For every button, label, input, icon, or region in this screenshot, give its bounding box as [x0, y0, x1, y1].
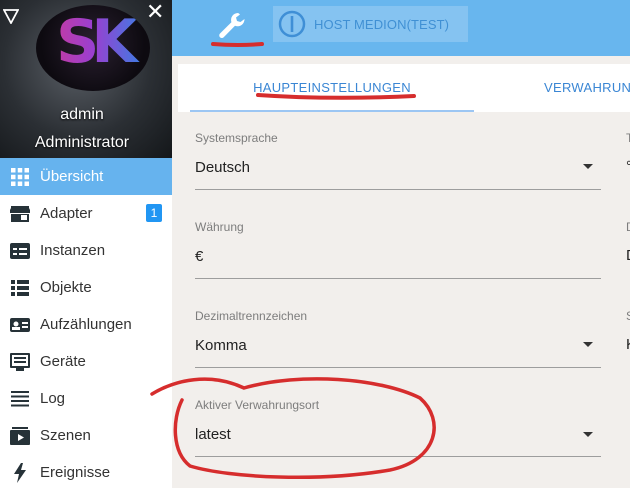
host-label: HOST MEDION(TEST) [314, 16, 450, 32]
tab-verwahrungsorte[interactable]: VERWAHRUN [544, 64, 630, 110]
side-column-label: T [626, 131, 630, 145]
sidebar-item-adapter[interactable]: Adapter 1 [0, 195, 172, 232]
host-selector-button[interactable]: HOST MEDION(TEST) [273, 6, 468, 42]
sidebar-item-label: Szenen [40, 427, 91, 444]
top-toolbar: HOST MEDION(TEST) [172, 0, 630, 56]
field-underline [195, 456, 601, 457]
sidebar-item-label: Ereignisse [40, 464, 111, 481]
power-icon [278, 10, 306, 38]
instances-icon [10, 241, 30, 261]
log-icon [10, 389, 30, 409]
update-count-badge: 1 [146, 204, 162, 222]
sidebar-item-szenen[interactable]: Szenen [0, 417, 172, 454]
dezimaltrennzeichen-select[interactable]: Dezimaltrennzeichen Komma [195, 309, 601, 369]
user-name: admin [60, 106, 104, 123]
sidebar-item-label: Instanzen [40, 242, 106, 259]
field-underline [195, 278, 601, 279]
verwahrungsort-label: Aktiver Verwahrungsort [195, 398, 320, 412]
active-tab-indicator [190, 110, 474, 112]
systemsprache-value: Deutsch [195, 159, 251, 176]
sidebar-item-geraete[interactable]: Geräte [0, 343, 172, 380]
systemsprache-label: Systemsprache [195, 131, 278, 145]
systemsprache-select[interactable]: Systemsprache Deutsch [195, 131, 601, 191]
dezimal-label: Dezimaltrennzeichen [195, 309, 308, 323]
sidebar-item-label: Übersicht [40, 168, 104, 185]
side-column-value: D [626, 247, 630, 264]
sidebar-item-instanzen[interactable]: Instanzen [0, 232, 172, 269]
waehrung-label: Währung [195, 220, 244, 234]
chevron-down-icon [583, 342, 593, 347]
store-icon [10, 204, 30, 224]
list-icon [10, 278, 30, 298]
sidebar-item-label: Objekte [40, 279, 92, 296]
menu-toggle-icon[interactable] [3, 8, 19, 24]
wrench-icon[interactable] [216, 10, 248, 42]
field-underline [195, 367, 601, 368]
enum-icon [10, 315, 30, 335]
sidebar-item-objekte[interactable]: Objekte [0, 269, 172, 306]
tab-bar: HAUPTEINSTELLUNGEN VERWAHRUN [178, 64, 630, 112]
field-underline [195, 189, 601, 190]
sidebar-item-log[interactable]: Log [0, 380, 172, 417]
tab-label: HAUPTEINSTELLUNGEN [253, 79, 411, 95]
tab-haupteinstellungen[interactable]: HAUPTEINSTELLUNGEN [190, 64, 474, 110]
side-column-value: K [626, 336, 630, 353]
scenes-icon [10, 426, 30, 446]
dezimal-value: Komma [195, 337, 247, 354]
sidebar-item-label: Log [40, 390, 66, 407]
sidebar-item-ereignisse[interactable]: Ereignisse [0, 454, 172, 488]
sidebar-item-label: Aufzählungen [40, 316, 132, 333]
chevron-down-icon [583, 432, 593, 437]
sidebar-item-aufzaehlungen[interactable]: Aufzählungen [0, 306, 172, 343]
lightning-icon [10, 462, 30, 483]
profile-header: SK ✕ admin Administrator [0, 0, 172, 158]
user-avatar: SK [36, 5, 150, 91]
side-column-value: ° [626, 158, 630, 175]
side-column-label: S [626, 309, 630, 323]
verwahrungsort-value: latest [195, 426, 231, 443]
verwahrungsort-select[interactable]: Aktiver Verwahrungsort latest [195, 398, 601, 458]
avatar-logo-text: SK [36, 7, 150, 77]
sidebar: SK ✕ admin Administrator Übersicht Adapt… [0, 0, 172, 488]
chevron-down-icon [583, 164, 593, 169]
side-column-label: D [626, 220, 630, 234]
sidebar-item-label: Geräte [40, 353, 86, 370]
close-icon[interactable]: ✕ [146, 2, 164, 24]
user-role: Administrator [34, 134, 130, 151]
sidebar-item-label: Adapter [40, 205, 93, 222]
sidebar-item-uebersicht[interactable]: Übersicht [0, 158, 172, 195]
settings-panel: HAUPTEINSTELLUNGEN VERWAHRUN Systemsprac… [172, 56, 630, 488]
waehrung-input[interactable]: Währung € [195, 220, 601, 280]
waehrung-value: € [195, 248, 204, 265]
tab-label: VERWAHRUN [544, 79, 630, 95]
devices-icon [10, 352, 30, 372]
grid-icon [10, 167, 30, 187]
